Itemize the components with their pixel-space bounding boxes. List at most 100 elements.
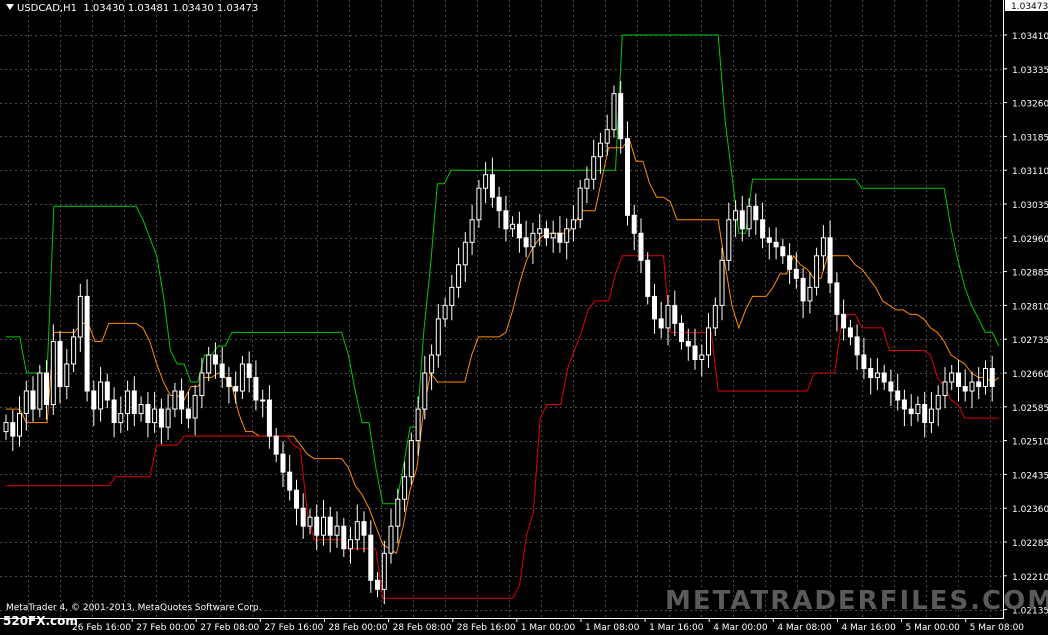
copyright-text: MetaTrader 4, © 2001-2013, MetaQuotes So… xyxy=(6,603,262,613)
candle-down xyxy=(314,516,320,536)
candle-down xyxy=(233,386,239,392)
candle-down xyxy=(908,408,914,415)
candle-down xyxy=(922,404,928,423)
candle-up xyxy=(23,390,29,414)
candle-up xyxy=(37,372,43,410)
price-label: 1.02960 xyxy=(1012,235,1048,245)
candle-down xyxy=(57,341,63,388)
quote-values: 1.03430 1.03481 1.03430 1.03473 xyxy=(83,3,259,14)
price-label: 1.02360 xyxy=(1012,505,1048,515)
candle-down xyxy=(375,579,380,590)
candle-up xyxy=(537,228,543,234)
candle-up xyxy=(435,318,441,356)
candle-up xyxy=(983,368,988,387)
symbol-label: USDCAD,H1 xyxy=(17,3,77,14)
price-label: 1.03110 xyxy=(1012,167,1048,177)
price-label: 1.02210 xyxy=(1012,573,1048,583)
candle-up xyxy=(17,413,22,437)
candle-down xyxy=(246,363,252,378)
candle-down xyxy=(976,381,982,387)
candle-up xyxy=(712,304,718,329)
candle-up xyxy=(456,264,462,288)
candle-down xyxy=(692,345,698,360)
price-label: 1.03185 xyxy=(1012,133,1048,143)
chevron-down-icon[interactable] xyxy=(6,4,14,10)
candle-up xyxy=(699,354,705,360)
candle-down xyxy=(557,232,563,243)
candle-down xyxy=(847,327,853,338)
candle-up xyxy=(449,286,455,306)
price-chart[interactable]: 1.03410 1.03335 1.03260 1.03185 1.03110 1.030… xyxy=(0,0,1048,635)
candle-down xyxy=(739,210,745,230)
candle-down xyxy=(868,368,874,378)
candle-down xyxy=(253,377,259,401)
candle-up xyxy=(483,174,489,189)
candle-up xyxy=(348,539,353,550)
candle-down xyxy=(631,214,637,234)
price-label: 1.02810 xyxy=(1012,302,1048,312)
candle-up xyxy=(733,210,739,221)
candle-up xyxy=(77,295,83,338)
candle-up xyxy=(665,304,671,329)
time-label: 27 Feb 00:00 xyxy=(136,623,195,633)
candle-down xyxy=(854,336,860,356)
candle-up xyxy=(3,422,9,433)
candle-down xyxy=(543,228,549,239)
candle-down xyxy=(679,322,684,342)
candle-down xyxy=(793,268,799,279)
candle-up xyxy=(192,395,198,419)
candle-up xyxy=(395,498,401,527)
candle-down xyxy=(266,399,272,437)
candle-down xyxy=(834,282,840,315)
candle-down xyxy=(652,295,657,320)
candle-down xyxy=(523,237,529,248)
candle-up xyxy=(152,408,158,424)
time-label: 1 Mar 00:00 xyxy=(521,623,576,633)
candle-up xyxy=(874,372,880,378)
candle-up xyxy=(510,223,516,230)
candle-down xyxy=(287,471,293,491)
candle-up xyxy=(611,93,617,131)
time-label: 4 Mar 16:00 xyxy=(841,623,896,633)
candle-up xyxy=(50,341,56,406)
candle-down xyxy=(273,435,279,455)
candle-down xyxy=(361,521,367,536)
candle-up xyxy=(726,219,732,261)
candle-up xyxy=(415,408,421,442)
candle-up xyxy=(597,142,603,158)
watermark-text: METATRADERFILES.COM xyxy=(665,586,1048,616)
candle-down xyxy=(672,304,678,324)
candle-down xyxy=(861,354,867,369)
candle-up xyxy=(118,413,124,424)
candle-down xyxy=(956,372,961,387)
candle-down xyxy=(760,219,766,239)
candle-down xyxy=(516,223,522,239)
candle-up xyxy=(408,440,414,478)
time-label: 5 Mar 08:00 xyxy=(970,623,1025,633)
candle-down xyxy=(300,507,306,527)
candle-down xyxy=(800,277,806,302)
candle-down xyxy=(962,386,968,392)
candle-down xyxy=(618,93,624,140)
candle-up xyxy=(354,521,360,541)
candle-up xyxy=(915,404,921,414)
candle-down xyxy=(766,237,772,243)
candle-up xyxy=(334,525,340,536)
candle-down xyxy=(104,381,110,401)
candle-down xyxy=(901,399,907,410)
current-price-label: 1.03473 xyxy=(1011,2,1048,12)
candle-up xyxy=(942,381,948,396)
candle-down xyxy=(496,196,502,212)
candle-up xyxy=(462,241,468,266)
candle-up xyxy=(469,219,475,243)
candle-up xyxy=(584,178,590,189)
price-label: 1.02510 xyxy=(1012,438,1048,448)
candle-up xyxy=(402,476,408,500)
price-label: 1.02885 xyxy=(1012,269,1048,279)
price-label: 1.02660 xyxy=(1012,370,1048,380)
candle-down xyxy=(84,295,90,392)
price-label: 1.03035 xyxy=(1012,201,1048,211)
candle-up xyxy=(307,516,313,527)
price-label: 1.03260 xyxy=(1012,100,1048,110)
candle-up xyxy=(604,129,610,144)
